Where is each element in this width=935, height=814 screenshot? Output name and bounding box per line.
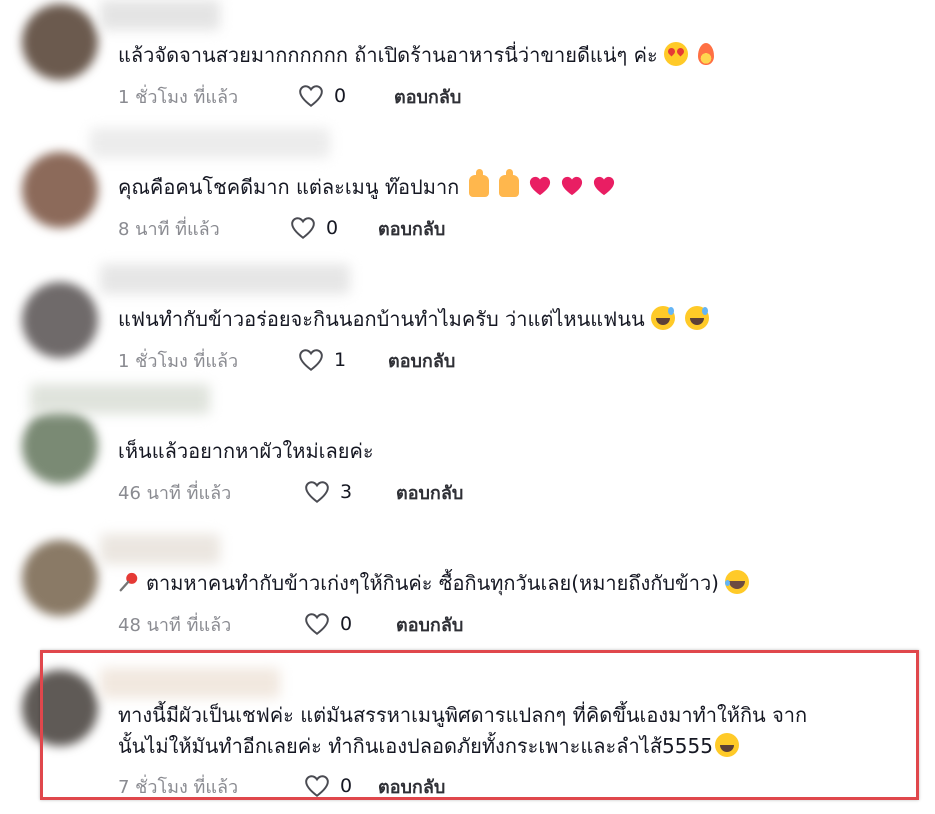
comment-meta: 1 ชั่วโมง ที่แล้ว 0 ตอบกลับ bbox=[118, 82, 461, 110]
grinning-face-with-sweat-icon bbox=[684, 306, 709, 330]
blurred-username bbox=[30, 384, 210, 414]
like-count: 1 bbox=[334, 349, 347, 371]
smiling-face-with-heart-eyes-icon bbox=[663, 42, 688, 66]
comment-time: 1 ชั่วโมง ที่แล้ว bbox=[118, 350, 239, 372]
comment-text: แฟนทำกับข้าวอร่อยจะกินนอกบ้านทำไมครับ ว่… bbox=[118, 303, 709, 335]
heart-icon bbox=[593, 174, 615, 196]
fire-icon bbox=[697, 43, 714, 65]
heart-icon bbox=[561, 174, 583, 196]
like-count: 0 bbox=[326, 217, 339, 239]
thumbs-up-icon bbox=[499, 169, 520, 197]
grinning-squinting-face-icon bbox=[714, 733, 739, 757]
like-count: 3 bbox=[340, 481, 353, 503]
heart-outline-icon bbox=[305, 775, 329, 797]
blurred-username bbox=[100, 668, 280, 698]
like-count: 0 bbox=[334, 85, 347, 107]
comment-meta: 46 นาที ที่แล้ว 3 ตอบกลับ bbox=[118, 478, 463, 506]
reply-button[interactable]: ตอบกลับ bbox=[394, 82, 461, 111]
comment-text: แล้วจัดจานสวยมากกกกกก ถ้าเปิดร้านอาหารนี… bbox=[118, 39, 714, 71]
heart-outline-icon bbox=[291, 217, 315, 239]
avatar[interactable] bbox=[22, 408, 98, 484]
like-button[interactable]: 0 bbox=[298, 84, 408, 108]
like-count: 0 bbox=[340, 613, 353, 635]
comment-text: คุณคือคนโชคดีมาก แต่ละเมนู ท๊อปมาก bbox=[118, 169, 615, 203]
avatar[interactable] bbox=[22, 540, 98, 616]
comment-text-line-2: นั้นไม่ให้มันทำอีกเลยค่ะ ทำกินเองปลอดภัย… bbox=[118, 731, 807, 762]
comment-item: เห็นแล้วอยากหาผัวใหม่เลยค่ะ 46 นาที ที่แ… bbox=[0, 384, 935, 528]
blurred-username bbox=[100, 264, 350, 294]
blurred-username bbox=[90, 128, 330, 158]
reply-button[interactable]: ตอบกลับ bbox=[396, 610, 463, 639]
comment-time: 7 ชั่วโมง ที่แล้ว bbox=[118, 776, 239, 798]
comment-item-highlighted: ทางนี้มีผัวเป็นเชฟค่ะ แต่มันสรรหาเมนูพิศ… bbox=[0, 660, 935, 814]
heart-outline-icon bbox=[299, 349, 323, 371]
grinning-face-with-sweat-icon bbox=[650, 306, 675, 330]
reply-button[interactable]: ตอบกลับ bbox=[378, 772, 445, 801]
avatar[interactable] bbox=[22, 282, 98, 358]
reply-button[interactable]: ตอบกลับ bbox=[396, 478, 463, 507]
heart-outline-icon bbox=[305, 613, 329, 635]
thumbs-up-icon bbox=[469, 169, 490, 197]
comment-time: 48 นาที ที่แล้ว bbox=[118, 614, 232, 636]
reply-button[interactable]: ตอบกลับ bbox=[378, 214, 445, 243]
blurred-username bbox=[100, 0, 220, 30]
comment-time: 46 นาที ที่แล้ว bbox=[118, 482, 232, 504]
blurred-username bbox=[100, 534, 220, 564]
reply-button[interactable]: ตอบกลับ bbox=[388, 346, 455, 375]
comment-meta: 7 ชั่วโมง ที่แล้ว 0 ตอบกลับ bbox=[118, 772, 445, 800]
like-count: 0 bbox=[340, 775, 353, 797]
avatar[interactable] bbox=[22, 152, 98, 228]
comment-text: ตามหาคนทำกับข้าวเก่งๆให้กินค่ะ ซื้อกินทุ… bbox=[118, 567, 749, 599]
face-with-tears-of-joy-icon bbox=[725, 570, 749, 594]
comment-item: คุณคือคนโชคดีมาก แต่ละเมนู ท๊อปมาก 8 นาท… bbox=[0, 128, 935, 264]
avatar[interactable] bbox=[22, 670, 98, 746]
comment-time: 1 ชั่วโมง ที่แล้ว bbox=[118, 86, 239, 108]
comment-item: แฟนทำกับข้าวอร่อยจะกินนอกบ้านทำไมครับ ว่… bbox=[0, 264, 935, 396]
comment-text: ทางนี้มีผัวเป็นเชฟค่ะ แต่มันสรรหาเมนูพิศ… bbox=[118, 700, 807, 762]
comment-text: เห็นแล้วอยากหาผัวใหม่เลยค่ะ bbox=[118, 439, 374, 463]
heart-outline-icon bbox=[299, 85, 323, 107]
heart-icon bbox=[529, 174, 551, 196]
comment-meta: 1 ชั่วโมง ที่แล้ว 1 ตอบกลับ bbox=[118, 346, 455, 374]
comment-meta: 8 นาที ที่แล้ว 0 ตอบกลับ bbox=[118, 214, 445, 242]
comment-item: ตามหาคนทำกับข้าวเก่งๆให้กินค่ะ ซื้อกินทุ… bbox=[0, 528, 935, 660]
comment-meta: 48 นาที ที่แล้ว 0 ตอบกลับ bbox=[118, 610, 463, 638]
avatar[interactable] bbox=[22, 4, 98, 80]
comment-time: 8 นาที ที่แล้ว bbox=[118, 218, 220, 240]
comment-item: แล้วจัดจานสวยมากกกกกก ถ้าเปิดร้านอาหารนี… bbox=[0, 0, 935, 132]
pushpin-icon bbox=[118, 570, 140, 592]
heart-outline-icon bbox=[305, 481, 329, 503]
comment-text-line-1: ทางนี้มีผัวเป็นเชฟค่ะ แต่มันสรรหาเมนูพิศ… bbox=[118, 703, 808, 727]
